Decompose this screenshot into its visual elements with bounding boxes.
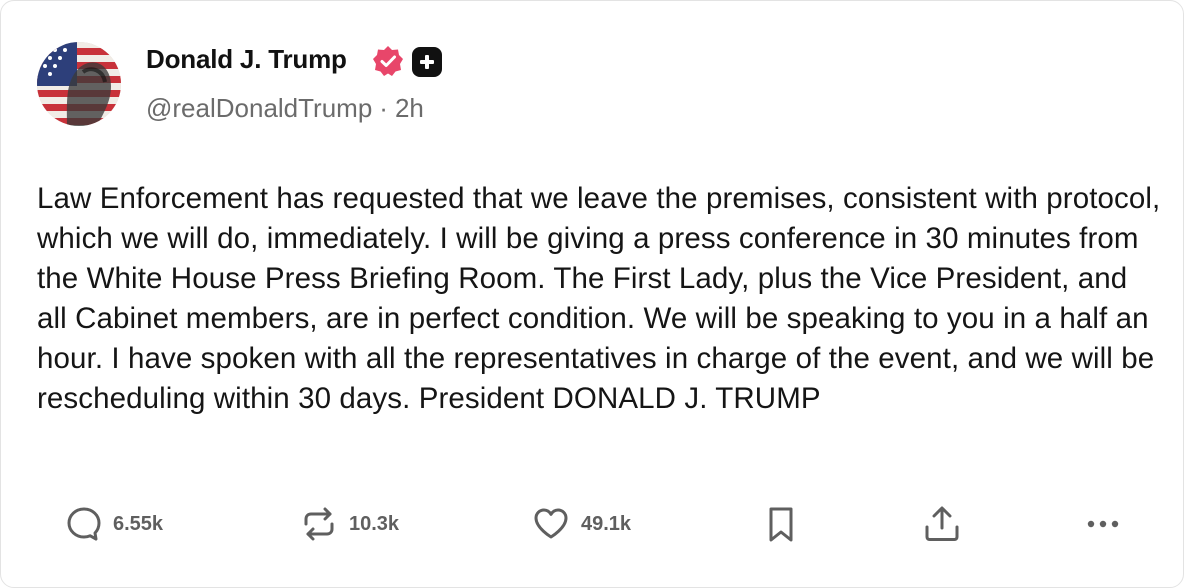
author-meta: @realDonaldTrump · 2h	[146, 93, 424, 124]
post-body-text: Law Enforcement has requested that we le…	[37, 182, 1161, 415]
repost-icon	[299, 504, 339, 544]
share-button[interactable]	[921, 501, 963, 547]
repost-count: 10.3k	[349, 512, 400, 535]
avatar-flag-portrait-icon	[37, 42, 121, 126]
author-handle[interactable]: @realDonaldTrump	[146, 93, 372, 123]
bookmark-icon	[763, 504, 799, 544]
reply-count: 6.55k	[113, 512, 164, 535]
share-icon	[921, 503, 963, 545]
more-options-button[interactable]	[1083, 501, 1123, 547]
avatar[interactable]	[37, 42, 121, 126]
more-icon	[1083, 504, 1123, 544]
like-count: 49.1k	[581, 512, 632, 535]
bookmark-button[interactable]	[763, 501, 799, 547]
post-timestamp[interactable]: 2h	[395, 93, 424, 123]
like-button[interactable]: 49.1k	[531, 501, 631, 547]
reply-bubble-icon	[65, 505, 103, 543]
repost-button[interactable]: 10.3k	[299, 501, 399, 547]
author-display-name[interactable]: Donald J. Trump	[146, 44, 347, 75]
heart-icon	[531, 504, 571, 544]
action-bar: 6.55k 10.3k 49.1k	[1, 501, 1184, 547]
verified-badge-icon	[372, 45, 404, 77]
plus-square-icon	[412, 47, 442, 77]
meta-separator: ·	[379, 93, 388, 123]
post-card: Donald J. Trump @realDonaldTrump · 2h Law …	[0, 0, 1184, 588]
reply-button[interactable]: 6.55k	[65, 501, 163, 547]
